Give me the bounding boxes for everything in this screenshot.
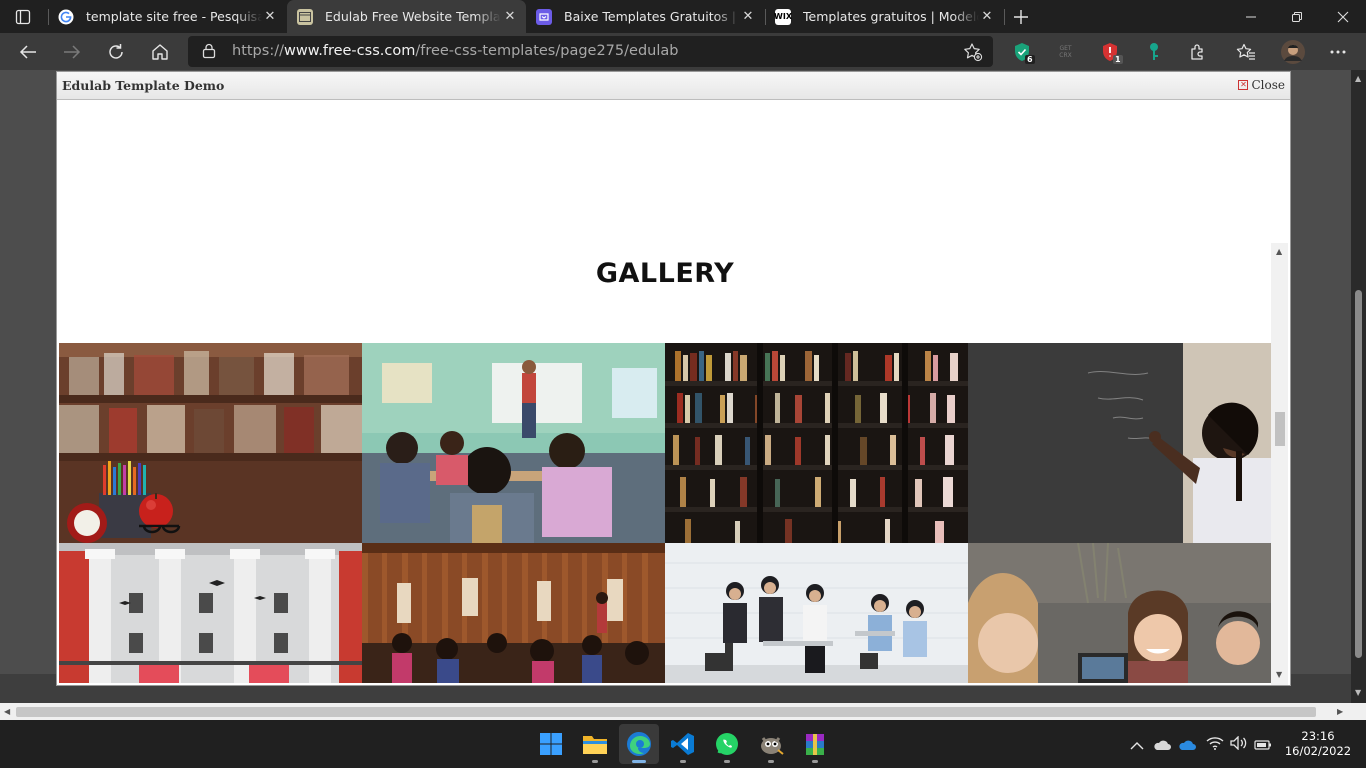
tab-google-search[interactable]: template site free - Pesquisa Google ✕ — [48, 0, 286, 33]
battery-icon[interactable] — [1254, 736, 1272, 755]
tab-title: template site free - Pesquisa Google — [86, 9, 262, 24]
student-chalkboard-photo[interactable] — [968, 343, 1271, 543]
profile-avatar[interactable] — [1276, 35, 1309, 68]
show-hidden-icons-icon[interactable] — [1130, 736, 1144, 755]
red-shield-extension-icon[interactable]: 1 — [1093, 35, 1126, 68]
scroll-down-icon[interactable]: ▼ — [1355, 688, 1361, 697]
tab-title: Edulab Free Website Template | Free-CSS.… — [325, 9, 501, 24]
rural-classroom-photo[interactable] — [362, 543, 665, 683]
demo-title: Edulab Template Demo — [62, 78, 225, 93]
favorites-icon[interactable] — [1229, 35, 1262, 68]
browser-toolbar: https://www.free-css.com/free-css-templa… — [0, 33, 1366, 70]
gallery-heading: GALLERY — [595, 258, 735, 289]
students-group-photo[interactable] — [665, 543, 968, 683]
demo-header: Edulab Template Demo ✕ Close — [57, 72, 1290, 100]
templates-icon — [536, 8, 552, 25]
template-demo-frame: Edulab Template Demo ✕ Close GALLERY ▲ ▼ — [56, 71, 1291, 686]
wifi-icon[interactable] — [1206, 735, 1224, 754]
free-css-icon — [297, 8, 313, 25]
scrollbar-thumb[interactable] — [1275, 412, 1285, 446]
new-tab-button[interactable] — [998, 0, 1044, 33]
tab-bar: template site free - Pesquisa Google ✕ E… — [0, 0, 1366, 33]
extension-badge: 6 — [1025, 55, 1035, 64]
home-button[interactable] — [143, 35, 176, 68]
clock-date: 16/02/2022 — [1284, 744, 1352, 758]
close-tab-icon[interactable]: ✕ — [979, 8, 995, 24]
edge-icon[interactable] — [619, 724, 659, 764]
students-laptop-photo[interactable] — [968, 543, 1271, 683]
vscode-icon[interactable] — [663, 724, 703, 764]
start-icon[interactable] — [531, 724, 571, 764]
close-tab-icon[interactable]: ✕ — [502, 8, 518, 24]
forward-button[interactable] — [55, 35, 88, 68]
winrar-icon[interactable] — [795, 724, 835, 764]
scroll-up-icon[interactable]: ▲ — [1276, 247, 1282, 256]
get-crx-label: GET CRX — [1059, 44, 1072, 59]
clock-time: 23:16 — [1301, 729, 1335, 743]
onedrive-blue-icon[interactable] — [1178, 736, 1196, 755]
page-vertical-scrollbar[interactable]: ▲ ▼ — [1351, 70, 1366, 703]
tab-baixe-templates[interactable]: Baixe Templates Gratuitos | Download ✕ — [526, 0, 764, 33]
scrollbar-thumb[interactable] — [16, 707, 1316, 717]
scroll-up-icon[interactable]: ▲ — [1355, 74, 1361, 83]
scroll-left-icon[interactable]: ◀ — [4, 707, 10, 716]
close-tab-icon[interactable]: ✕ — [740, 8, 756, 24]
tab-edulab[interactable]: Edulab Free Website Template | Free-CSS.… — [287, 0, 526, 33]
lock-icon[interactable] — [202, 43, 216, 63]
refresh-button[interactable] — [99, 35, 132, 68]
more-menu-icon[interactable] — [1321, 35, 1354, 68]
get-crx-extension-icon[interactable]: GET CRX — [1049, 35, 1082, 68]
shield-check-extension-icon[interactable]: 6 — [1005, 35, 1038, 68]
tab-actions-icon[interactable] — [0, 0, 46, 33]
restore-button[interactable] — [1274, 0, 1320, 33]
close-demo-button[interactable]: ✕ Close — [1238, 78, 1285, 92]
tab-title: Templates gratuitos | Modelos de sites — [803, 9, 979, 24]
close-label[interactable]: Close — [1251, 78, 1285, 92]
close-window-button[interactable] — [1320, 0, 1366, 33]
whatsapp-icon[interactable] — [707, 724, 747, 764]
classroom-teacher-photo[interactable] — [362, 343, 665, 543]
google-icon — [58, 9, 74, 25]
extensions-icon[interactable] — [1181, 35, 1214, 68]
minimize-button[interactable] — [1228, 0, 1274, 33]
demo-vertical-scrollbar[interactable]: ▲ ▼ — [1271, 243, 1288, 685]
gimp-icon[interactable] — [751, 724, 791, 764]
address-bar[interactable]: https://www.free-css.com/free-css-templa… — [188, 36, 993, 67]
onedrive-gray-icon[interactable] — [1153, 736, 1171, 755]
add-favorite-icon[interactable] — [963, 42, 983, 66]
demo-iframe-content: GALLERY — [59, 101, 1271, 683]
page-horizontal-scrollbar[interactable]: ◀ ▶ — [0, 703, 1366, 720]
scroll-right-icon[interactable]: ▶ — [1337, 707, 1343, 716]
windows-taskbar: 23:16 16/02/2022 — [0, 720, 1366, 768]
tab-title: Baixe Templates Gratuitos | Download — [564, 9, 740, 24]
books-and-apple-photo[interactable] — [59, 343, 362, 543]
back-button[interactable] — [11, 35, 44, 68]
volume-icon[interactable] — [1230, 735, 1248, 754]
tab-wix-templates[interactable]: WIX Templates gratuitos | Modelos de sit… — [765, 0, 1003, 33]
wix-icon: WIX — [774, 8, 792, 25]
scrollbar-thumb[interactable] — [1355, 290, 1362, 658]
close-tab-icon[interactable]: ✕ — [262, 8, 278, 24]
file-explorer-icon[interactable] — [575, 724, 615, 764]
library-shelves-photo[interactable] — [665, 343, 968, 543]
close-icon[interactable]: ✕ — [1238, 80, 1249, 90]
url-text[interactable]: https://www.free-css.com/free-css-templa… — [232, 43, 678, 59]
extension-badge: 1 — [1113, 55, 1123, 64]
university-building-photo[interactable] — [59, 543, 362, 683]
clock[interactable]: 23:16 16/02/2022 — [1280, 729, 1356, 759]
key-extension-icon[interactable] — [1137, 35, 1170, 68]
scroll-down-icon[interactable]: ▼ — [1276, 670, 1282, 679]
